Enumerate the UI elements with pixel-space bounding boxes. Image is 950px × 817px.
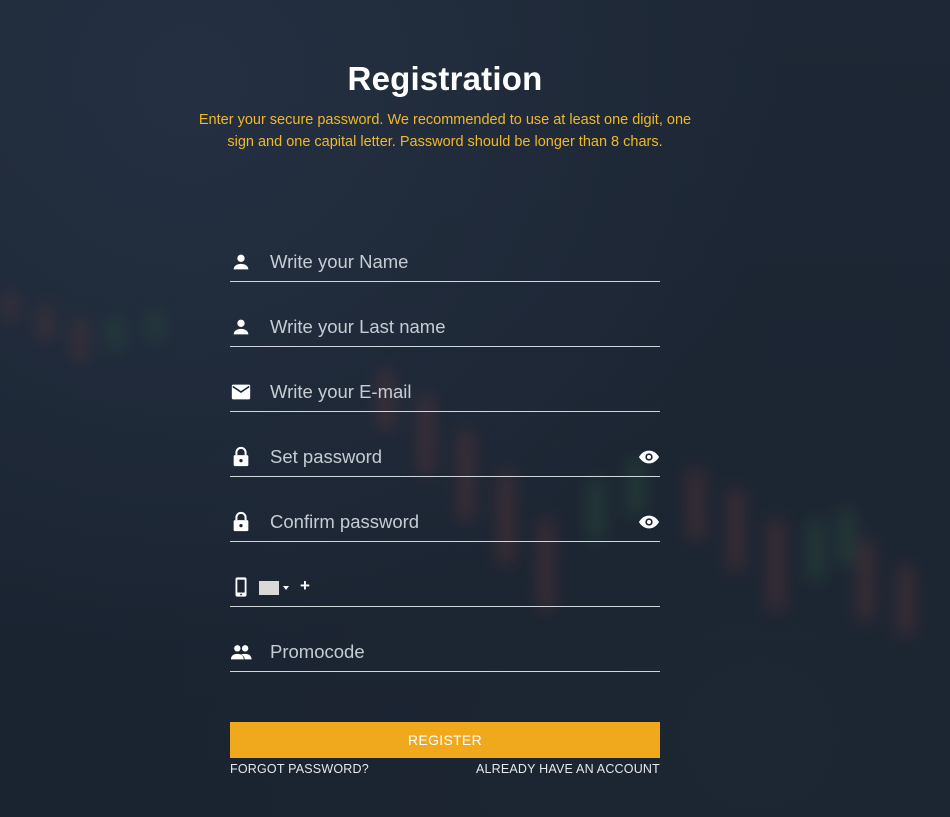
forgot-password-link[interactable]: FORGOT PASSWORD? <box>230 762 369 776</box>
people-icon <box>230 641 252 663</box>
lock-icon <box>230 446 252 468</box>
mobile-phone-icon <box>230 576 252 598</box>
password-field <box>230 440 660 477</box>
registration-panel: Registration Enter your secure password.… <box>0 0 950 817</box>
confirm-password-input[interactable] <box>270 505 630 539</box>
email-icon <box>230 381 252 403</box>
lock-icon <box>230 511 252 533</box>
already-have-account-link[interactable]: ALREADY HAVE AN ACCOUNT <box>476 762 660 776</box>
name-input[interactable] <box>270 245 630 279</box>
email-input[interactable] <box>270 375 630 409</box>
page-title: Registration <box>347 60 543 97</box>
last-name-field <box>230 310 660 347</box>
confirm-password-field <box>230 505 660 542</box>
phone-field: + <box>230 570 660 607</box>
promocode-field <box>230 635 660 672</box>
eye-icon[interactable] <box>638 513 660 531</box>
caret-down-icon <box>283 586 289 590</box>
phone-input[interactable] <box>316 570 646 604</box>
password-input[interactable] <box>270 440 630 474</box>
password-hint: Enter your secure password. We recommend… <box>198 112 692 150</box>
register-button[interactable]: REGISTER <box>230 722 660 758</box>
phone-prefix: + <box>300 576 310 595</box>
person-icon <box>230 251 252 273</box>
last-name-input[interactable] <box>270 310 630 344</box>
eye-icon[interactable] <box>638 448 660 466</box>
flag-placeholder-icon <box>259 581 279 595</box>
name-field <box>230 245 660 282</box>
promocode-input[interactable] <box>270 635 630 669</box>
country-select[interactable] <box>259 579 293 595</box>
person-icon <box>230 316 252 338</box>
email-field <box>230 375 660 412</box>
